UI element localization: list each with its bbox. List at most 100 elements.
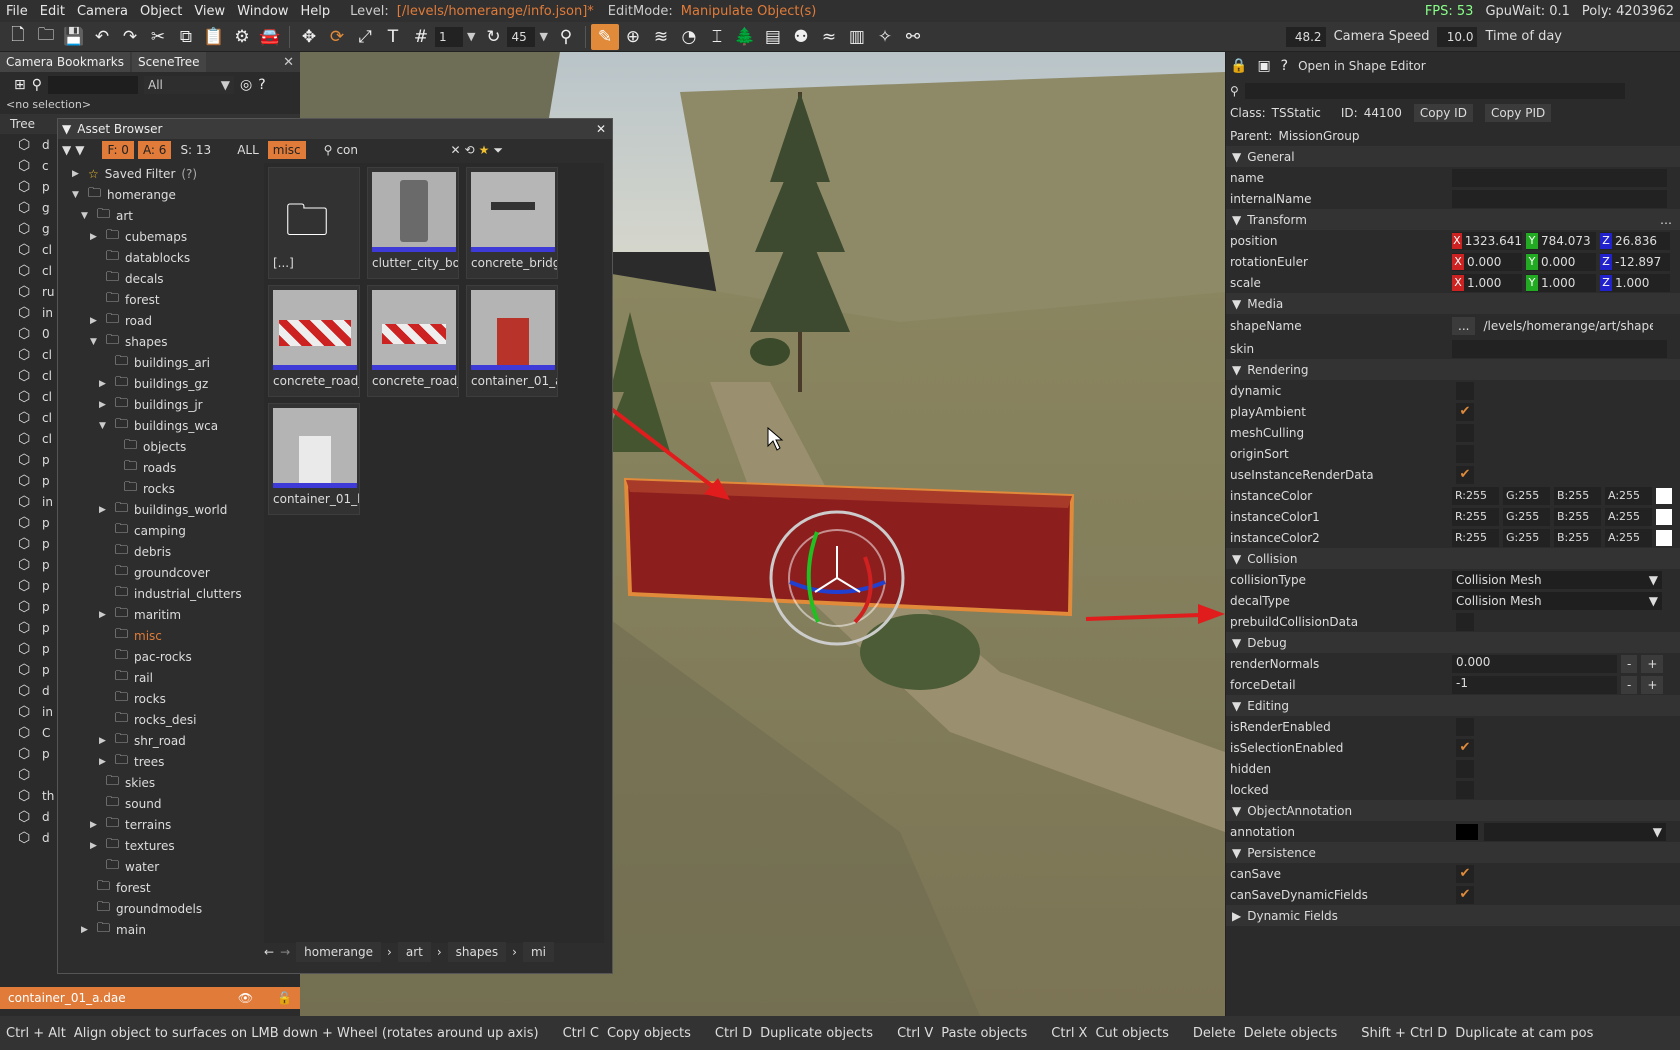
menu-window[interactable]: Window	[231, 4, 294, 19]
filter-misc-tab[interactable]: misc	[267, 141, 306, 159]
navmesh-tool-icon[interactable]: ⚉	[787, 24, 815, 50]
cut-icon[interactable]: ✂	[144, 24, 172, 50]
open-shape-editor-button[interactable]: Open in Shape Editor	[1298, 59, 1426, 73]
section-objectannotation[interactable]: ▼ ObjectAnnotation	[1226, 800, 1680, 821]
expand-arrow-icon[interactable]: ▼	[81, 211, 91, 221]
rotation-z-field[interactable]: Z -12.897	[1600, 252, 1670, 271]
terrain-paint-icon[interactable]: ◔	[675, 24, 703, 50]
increment-button[interactable]: +	[1641, 675, 1664, 694]
help-icon[interactable]: ?	[1281, 58, 1288, 74]
decaltype-select[interactable]: Collision Mesh ▼	[1452, 591, 1662, 610]
menu-file[interactable]: File	[0, 4, 34, 19]
forward-arrow-icon[interactable]: →	[280, 945, 290, 959]
annotation-color-swatch[interactable]	[1456, 823, 1478, 840]
color-swatch[interactable]	[1656, 487, 1672, 504]
asset-tile[interactable]: concrete_road_b	[367, 285, 459, 397]
scale-y-field[interactable]: Y 1.000	[1526, 273, 1596, 292]
green-channel-field[interactable]: G:255	[1503, 507, 1550, 526]
cansavedynamicfields-checkbox[interactable]: ✔	[1456, 885, 1474, 904]
hidden-checkbox[interactable]	[1456, 759, 1474, 778]
open-folder-icon[interactable]: 🗀	[32, 24, 60, 50]
asset-folder-row[interactable]: 🗀 roads	[58, 457, 248, 478]
section-persistence[interactable]: ▼ Persistence	[1226, 842, 1680, 863]
green-channel-field[interactable]: G:255	[1503, 528, 1550, 547]
river-tool-icon[interactable]: ≈	[815, 24, 843, 50]
asset-folder-row[interactable]: 🗀 decals	[58, 268, 248, 289]
asset-folder-row[interactable]: ▶ 🗀 shr_road	[58, 730, 248, 751]
mesh-road-icon[interactable]: ▥	[843, 24, 871, 50]
asset-folder-row[interactable]: ▶🗀_vorarbeit	[58, 940, 248, 944]
dynamic-checkbox[interactable]	[1456, 381, 1474, 400]
scenetree-selected-row[interactable]: container_01_a.dae 👁 🔓	[0, 987, 300, 1009]
increment-button[interactable]: +	[1641, 654, 1664, 673]
expand-arrow-icon[interactable]: ▶	[72, 169, 82, 179]
menu-camera[interactable]: Camera	[71, 4, 134, 19]
settings-gear-icon[interactable]: ⚙	[228, 24, 256, 50]
asset-folder-row[interactable]: 🗀 datablocks	[58, 247, 248, 268]
asset-folder-row[interactable]: ▶ 🗀 buildings_jr	[58, 394, 248, 415]
folder-count-badge[interactable]: F: 0	[102, 141, 134, 159]
section-debug[interactable]: ▼ Debug	[1226, 632, 1680, 653]
expand-arrow-icon[interactable]: ▶	[99, 505, 109, 515]
tab-camera-bookmarks[interactable]: Camera Bookmarks	[0, 52, 130, 72]
scale-gizmo-icon[interactable]: ⤢	[351, 24, 379, 50]
text-size-icon[interactable]: T	[379, 24, 407, 50]
rendernormals-input[interactable]: 0.000	[1452, 654, 1617, 673]
decrement-button[interactable]: -	[1621, 675, 1638, 694]
asset-folder-row[interactable]: ▼ 🗀 buildings_wca	[58, 415, 248, 436]
asset-tile[interactable]: concrete_road_b	[268, 285, 360, 397]
asset-folder-row[interactable]: ▶ 🗀 buildings_gz	[58, 373, 248, 394]
meshculling-checkbox[interactable]	[1456, 423, 1474, 442]
menu-view[interactable]: View	[188, 4, 231, 19]
menu-triangle-icon[interactable]: ▼	[62, 143, 71, 157]
position-x-field[interactable]: X 1323.641	[1452, 231, 1522, 250]
color-swatch[interactable]	[1656, 508, 1672, 525]
asset-folder-row[interactable]: 🗀 industrial_clutters	[58, 583, 248, 604]
prebuildcollisiondata-checkbox[interactable]	[1456, 612, 1474, 631]
add-object-icon[interactable]: ⊕	[619, 24, 647, 50]
asset-folder-row[interactable]: 🗀 skies	[58, 772, 248, 793]
asset-folder-row[interactable]: 🗀 rocks	[58, 478, 248, 499]
alpha-channel-field[interactable]: A:255	[1605, 486, 1652, 505]
internalname-input[interactable]	[1452, 189, 1667, 208]
asset-folder-row[interactable]: 🗀 forest	[58, 877, 248, 898]
inspector-search-input[interactable]	[1244, 82, 1625, 99]
saved-filter-row[interactable]: ▶ ☆ Saved Filter (?)	[58, 163, 248, 184]
dropdown-triangle-icon[interactable]: ▼	[75, 143, 84, 157]
expand-arrow-icon[interactable]: ▶	[99, 610, 109, 620]
expand-arrow-icon[interactable]: ▼	[72, 190, 82, 200]
asset-folder-row[interactable]: ▶ 🗀 terrains	[58, 814, 248, 835]
asset-folder-row[interactable]: 🗀 rail	[58, 667, 248, 688]
expand-arrow-icon[interactable]: ▶	[90, 316, 100, 326]
cansave-checkbox[interactable]: ✔	[1456, 864, 1474, 883]
back-arrow-icon[interactable]: ←	[264, 945, 274, 959]
alpha-channel-field[interactable]: A:255	[1605, 507, 1652, 526]
close-icon[interactable]: ✕	[596, 122, 606, 136]
browse-shape-button[interactable]: ...	[1452, 317, 1476, 335]
rotation-y-field[interactable]: Y 0.000	[1526, 252, 1596, 271]
asset-tile-parent-folder[interactable]: 🗀 [...]	[268, 167, 360, 279]
rotate-gizmo-icon[interactable]: ⟳	[323, 24, 351, 50]
object-edit-pencil-icon[interactable]: ✎	[590, 23, 619, 50]
asset-folder-row[interactable]: ▼ 🗀 shapes	[58, 331, 248, 352]
asset-folder-row[interactable]: 🗀 groundmodels	[58, 898, 248, 919]
asset-folder-row[interactable]: 🗀 camping	[58, 520, 248, 541]
save-icon[interactable]: 💾	[60, 24, 88, 50]
asset-tile[interactable]: clutter_city_boll	[367, 167, 459, 279]
shapename-path[interactable]: /levels/homerange/art/shape	[1483, 319, 1653, 333]
scale-z-field[interactable]: Z 1.000	[1600, 273, 1670, 292]
menu-edit[interactable]: Edit	[34, 4, 71, 19]
rotate-snap-value-field[interactable]: 45	[507, 26, 536, 47]
snap-dropdown-icon[interactable]: ▼	[467, 30, 475, 43]
expand-arrow-icon[interactable]: ▼	[99, 421, 109, 431]
paste-icon[interactable]: 📋	[200, 24, 228, 50]
asset-folder-row[interactable]: ▶ 🗀 road	[58, 310, 248, 331]
expand-arrow-icon[interactable]: ▶	[99, 379, 109, 389]
position-z-field[interactable]: Z 26.836	[1600, 231, 1670, 250]
rotate-snap-dropdown-icon[interactable]: ▼	[539, 30, 547, 43]
help-icon[interactable]: ?	[258, 77, 265, 93]
section-rendering[interactable]: ▼ Rendering	[1226, 359, 1680, 380]
favorite-star-icon[interactable]: ★	[479, 143, 490, 157]
filter-all-tab[interactable]: ALL	[232, 143, 264, 157]
asset-folder-row[interactable]: 🗀 debris	[58, 541, 248, 562]
